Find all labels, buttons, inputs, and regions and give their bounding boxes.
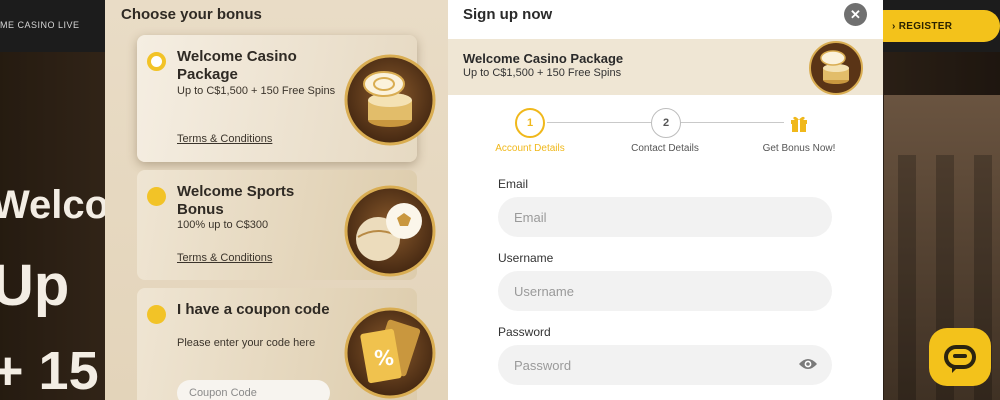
signup-panel: Sign up now ✕ Welcome Casino Package Up …: [448, 0, 883, 400]
terms-link-sports[interactable]: Terms & Conditions: [177, 252, 272, 264]
bonus-panel: Choose your bonus Welcome Casino Package…: [105, 0, 448, 400]
sports-balls-icon: [344, 185, 436, 277]
step-connector: [680, 122, 784, 123]
bonus-heading: Choose your bonus: [121, 6, 262, 23]
bonus-option-coupon[interactable]: I have a coupon code Please enter your c…: [137, 288, 436, 400]
close-icon: ✕: [850, 6, 861, 22]
step-connector: [547, 122, 651, 123]
step-2-label: Contact Details: [631, 143, 699, 154]
signup-title: Sign up now: [463, 6, 553, 23]
bonus-radio-coupon[interactable]: [147, 305, 166, 324]
step-2-indicator: 2: [651, 108, 681, 138]
site-nav[interactable]: ME CASINO LIVE: [0, 20, 80, 30]
password-label: Password: [498, 325, 551, 339]
hero-text-line-1: Welco: [0, 183, 110, 227]
bonus-description: 100% up to C$300: [177, 219, 269, 231]
hero-text-line-2: Up: [0, 253, 70, 318]
casino-chips-icon: [344, 54, 436, 146]
bonus-radio-casino[interactable]: [147, 52, 166, 71]
bonus-radio-sports[interactable]: [147, 187, 166, 206]
package-name: Welcome Casino Package: [463, 51, 624, 66]
gift-icon: [791, 116, 807, 132]
step-1-indicator: 1: [515, 108, 545, 138]
email-field[interactable]: [498, 197, 832, 237]
step-1-label: Account Details: [495, 143, 565, 154]
username-label: Username: [498, 251, 554, 265]
email-label: Email: [498, 177, 529, 191]
package-description: Up to C$1,500 + 150 Free Spins: [463, 67, 622, 79]
step-3-label: Get Bonus Now!: [762, 143, 836, 154]
selected-package-banner: Welcome Casino Package Up to C$1,500 + 1…: [448, 39, 883, 95]
live-chat-button[interactable]: [929, 328, 991, 386]
bonus-title: Welcome Casino Package: [177, 48, 297, 83]
bonus-description: Up to C$1,500 + 150 Free Spins: [177, 85, 336, 97]
bonus-option-sports[interactable]: Welcome Sports Bonus 100% up to C$300 Te…: [137, 170, 436, 280]
show-password-eye-icon[interactable]: [798, 356, 818, 372]
password-field[interactable]: [498, 345, 832, 385]
casino-chips-icon: [809, 41, 863, 95]
terms-link-casino[interactable]: Terms & Conditions: [177, 133, 272, 145]
register-button[interactable]: › REGISTER: [868, 10, 1000, 42]
close-button[interactable]: ✕: [844, 3, 867, 26]
username-field[interactable]: [498, 271, 832, 311]
bonus-title: I have a coupon code: [177, 301, 330, 318]
coupon-tickets-icon: %: [344, 307, 436, 399]
svg-text:%: %: [374, 346, 394, 370]
coupon-code-input[interactable]: [177, 380, 330, 400]
bonus-description: Please enter your code here: [177, 337, 316, 349]
chat-icon: [944, 345, 976, 373]
bonus-title: Welcome Sports Bonus: [177, 183, 295, 218]
bonus-option-casino[interactable]: Welcome Casino Package Up to C$1,500 + 1…: [137, 35, 436, 162]
hero-text-line-3: + 15: [0, 341, 99, 400]
